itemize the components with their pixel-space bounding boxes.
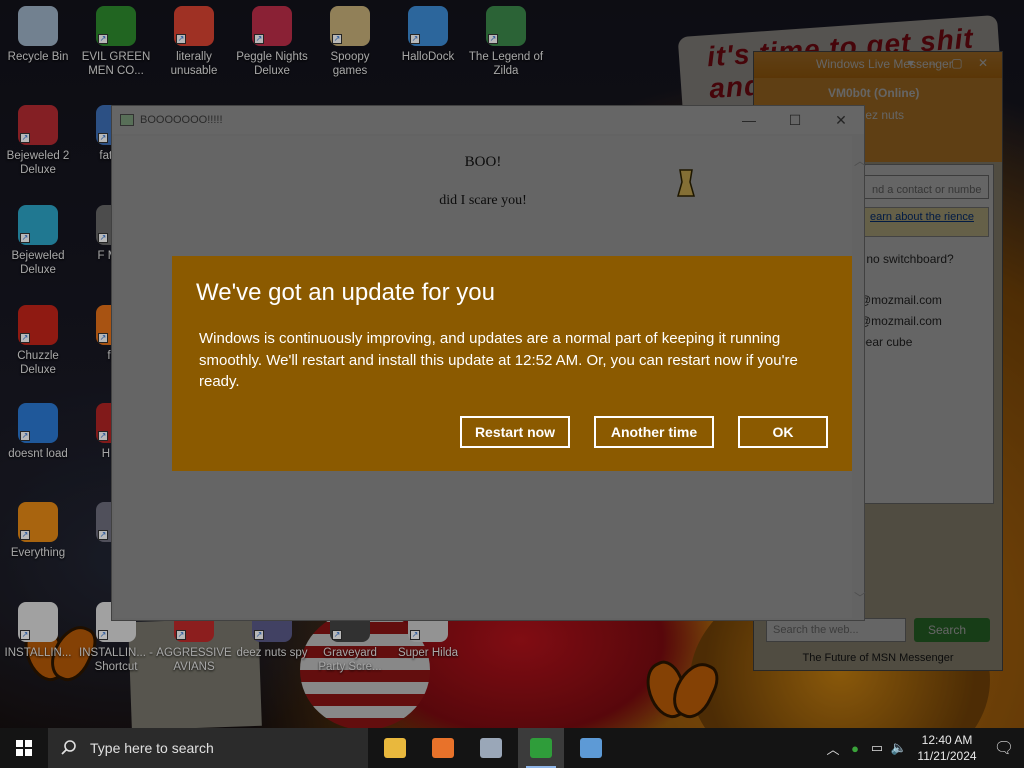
taskbar-app-app-window[interactable] xyxy=(468,728,514,768)
another-time-button[interactable]: Another time xyxy=(594,416,714,448)
clock-date: 11/21/2024 xyxy=(917,749,977,763)
ok-button[interactable]: OK xyxy=(738,416,828,448)
notification-icon[interactable]: 🗨 xyxy=(984,738,1024,758)
chevron-up-icon[interactable]: ︿ xyxy=(822,739,844,758)
firefox-icon xyxy=(432,738,454,758)
app-window-icon xyxy=(480,738,502,758)
taskbar-search[interactable]: Type here to search xyxy=(48,728,368,768)
taskbar: Type here to search ︿ ● ▭ 🔈 12:40 AM 11/… xyxy=(0,728,1024,768)
taskbar-app-file-explorer[interactable] xyxy=(372,728,418,768)
system-tray: ︿ ● ▭ 🔈 12:40 AM 11/21/2024 🗨 xyxy=(822,728,1024,768)
network-icon[interactable]: ▭ xyxy=(866,740,888,756)
file-explorer-icon xyxy=(384,738,406,758)
clock[interactable]: 12:40 AM 11/21/2024 xyxy=(910,732,984,764)
update-message: Windows is continuously improving, and u… xyxy=(199,330,798,390)
messenger-icon xyxy=(530,738,552,758)
update-buttons: Restart now Another time OK xyxy=(460,416,828,448)
clock-time: 12:40 AM xyxy=(921,733,973,747)
restart-now-button[interactable]: Restart now xyxy=(460,416,570,448)
messenger-tray-icon[interactable]: ● xyxy=(844,741,866,756)
notepad-icon xyxy=(580,738,602,758)
taskbar-app-notepad[interactable] xyxy=(568,728,614,768)
taskbar-app-firefox[interactable] xyxy=(420,728,466,768)
start-button[interactable] xyxy=(0,728,48,768)
search-icon xyxy=(61,740,76,755)
update-dialog: We've got an update for you Windows is c… xyxy=(172,256,852,471)
volume-icon[interactable]: 🔈 xyxy=(888,740,910,756)
update-heading: We've got an update for you xyxy=(196,279,496,306)
windows-logo-icon xyxy=(16,740,32,756)
taskbar-search-placeholder: Type here to search xyxy=(90,740,214,756)
taskbar-app-messenger[interactable] xyxy=(518,728,564,768)
